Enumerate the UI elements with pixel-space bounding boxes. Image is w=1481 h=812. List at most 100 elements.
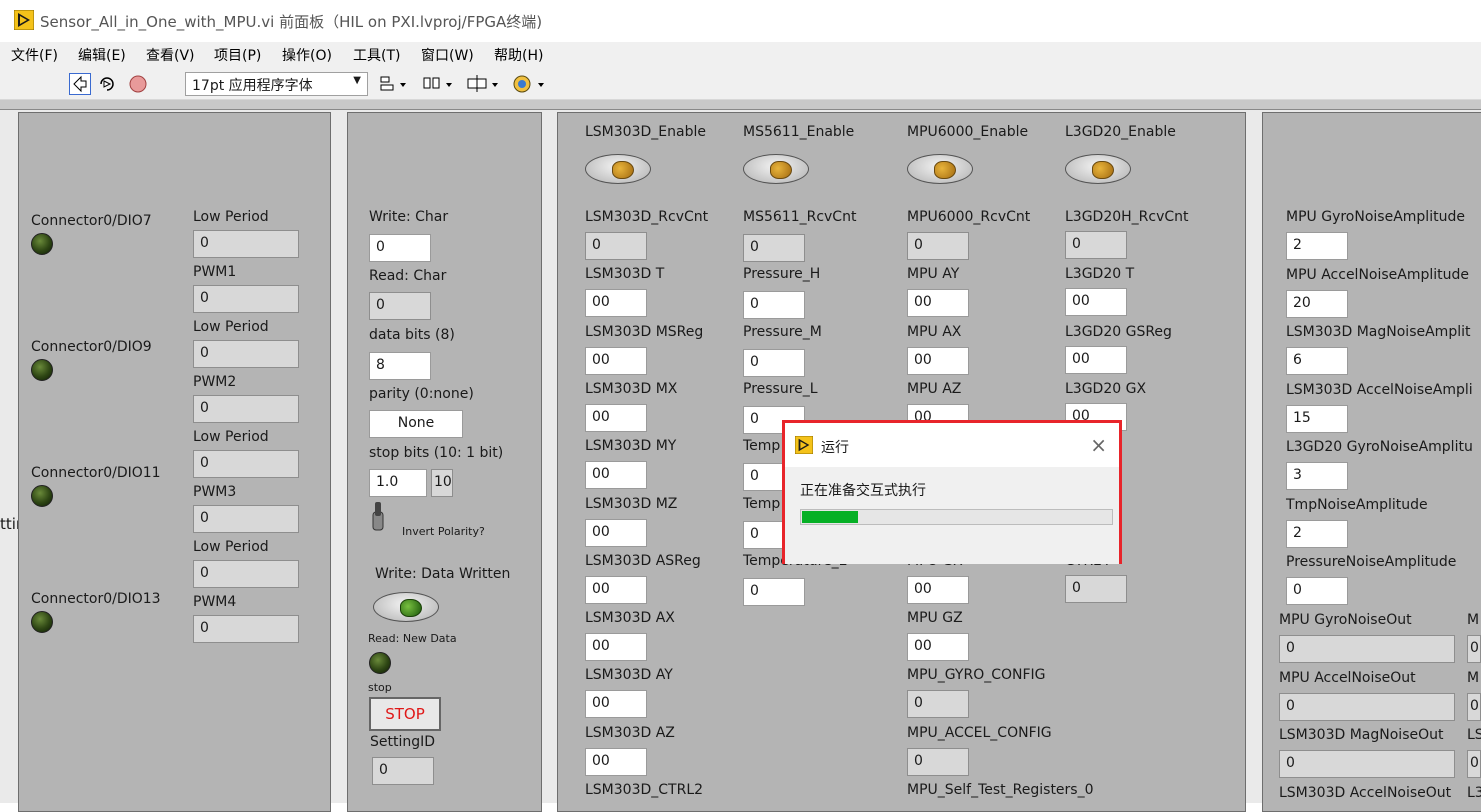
ms5611-field-6-input[interactable]: 0 xyxy=(743,577,805,606)
low-period-2-indicator: 0 xyxy=(193,340,299,368)
data-bits-label: data bits (8) xyxy=(369,327,455,343)
mpu6000-field-2-label: MPU AX xyxy=(907,323,962,340)
lsm303d-field-9-label: LSM303D AZ xyxy=(585,724,675,741)
lsm303d-field-9-input[interactable]: 00 xyxy=(585,747,647,776)
low-period-4-indicator: 0 xyxy=(193,560,299,588)
menu-tools[interactable]: 工具(T) xyxy=(353,45,400,65)
lsm303d-field-0-label: LSM303D_RcvCnt xyxy=(585,209,709,225)
mpu6000-field-3-label: MPU AZ xyxy=(907,380,962,397)
mpu6000-enable-label: MPU6000_Enable xyxy=(907,124,1029,140)
run-arrow-icon[interactable] xyxy=(69,73,91,95)
lsm303d-field-8-input[interactable]: 00 xyxy=(585,690,647,719)
lsm303d-field-2-label: LSM303D MSReg xyxy=(585,323,704,340)
menu-edit[interactable]: 编辑(E) xyxy=(78,45,126,65)
lsm303d-field-3-input[interactable]: 00 xyxy=(585,403,647,432)
invert-polarity-switch[interactable] xyxy=(370,500,386,532)
dio9-label: Connector0/DIO9 xyxy=(31,339,152,355)
data-written-label: Write: Data Written xyxy=(375,566,511,582)
run-continuously-icon[interactable] xyxy=(96,73,118,95)
lsm303d-field-5-label: LSM303D MZ xyxy=(585,495,678,512)
window-title: Sensor_All_in_One_with_MPU.vi 前面板（HIL on… xyxy=(40,13,543,31)
lsm303d-field-0-indicator: 0 xyxy=(585,232,647,260)
run-dialog-header: 运行 × xyxy=(785,423,1119,467)
pwm1-indicator: 0 xyxy=(193,285,299,313)
noise-amp-1-input[interactable]: 20 xyxy=(1286,289,1348,318)
close-icon[interactable]: × xyxy=(1090,433,1107,457)
menu-help[interactable]: 帮助(H) xyxy=(494,45,543,65)
ms5611-enable-label: MS5611_Enable xyxy=(743,124,855,140)
mpu6000-field-1-input[interactable]: 00 xyxy=(907,289,969,318)
write-char-input[interactable]: 0 xyxy=(369,234,431,262)
dio9-led xyxy=(31,359,53,381)
noise-out-side-1-indicator: 0 xyxy=(1467,692,1481,721)
noise-amp-2-input[interactable]: 6 xyxy=(1286,347,1348,375)
run-progress-fill xyxy=(802,511,858,523)
lsm303d-field-4-label: LSM303D MY xyxy=(585,438,677,455)
mpu6000-field-8-label: MPU_GYRO_CONFIG xyxy=(907,667,1046,684)
lsm303d-field-7-input[interactable]: 00 xyxy=(585,633,647,662)
low-period-1-indicator: 0 xyxy=(193,230,299,258)
mpu6000-enable-button[interactable] xyxy=(907,154,973,184)
mpu6000-field-8-indicator: 0 xyxy=(907,690,969,719)
l3gd20-field-2-input[interactable]: 00 xyxy=(1065,345,1127,374)
mpu6000-field-2-input[interactable]: 00 xyxy=(907,346,969,375)
pwm1-label: PWM1 xyxy=(193,264,237,280)
ms5611-enable-button[interactable] xyxy=(743,154,809,184)
noise-out-0-label: MPU GyroNoiseOut xyxy=(1279,612,1412,628)
l3gd20-field-0-label: L3GD20H_RcvCnt xyxy=(1065,209,1189,225)
low-period-3-label: Low Period xyxy=(193,429,269,445)
run-dialog: 运行 × 正在准备交互式执行 xyxy=(782,420,1122,564)
lsm303d-field-4-input[interactable]: 00 xyxy=(585,461,647,490)
menu-view[interactable]: 查看(V) xyxy=(146,45,195,65)
mpu6000-field-6-input[interactable]: 00 xyxy=(907,575,969,604)
parity-select[interactable]: None xyxy=(369,410,463,438)
font-selector[interactable]: 17pt 应用程序字体 ▼ xyxy=(185,72,368,96)
distribute-objects-icon[interactable] xyxy=(422,73,454,95)
dio13-label: Connector0/DIO13 xyxy=(31,591,161,607)
lsm303d-field-5-input[interactable]: 00 xyxy=(585,518,647,547)
lsm303d-field-2-input[interactable]: 00 xyxy=(585,346,647,375)
mpu6000-field-1-label: MPU AY xyxy=(907,266,960,283)
noise-amp-6-label: PressureNoiseAmplitude xyxy=(1286,554,1457,570)
lsm303d-field-8-label: LSM303D AY xyxy=(585,667,673,684)
ms5611-field-1-input[interactable]: 0 xyxy=(743,291,805,320)
ms5611-field-1-label: Pressure_H xyxy=(743,266,821,283)
ms5611-field-0-indicator: 0 xyxy=(743,234,805,262)
ms5611-field-2-input[interactable]: 0 xyxy=(743,348,805,377)
stop-bits-input[interactable]: 1.0 xyxy=(369,469,427,497)
lsm303d-field-6-label: LSM303D ASReg xyxy=(585,552,701,569)
stop-button[interactable]: STOP xyxy=(369,697,441,731)
resize-objects-icon[interactable] xyxy=(466,73,500,95)
lsm303d-field-7-label: LSM303D AX xyxy=(585,610,675,627)
abort-icon[interactable] xyxy=(127,73,149,95)
mpu6000-field-7-input[interactable]: 00 xyxy=(907,633,969,662)
l3gd20-field-6-indicator: 0 xyxy=(1065,574,1127,603)
l3gd20-enable-button[interactable] xyxy=(1065,154,1131,184)
menu-window[interactable]: 窗口(W) xyxy=(421,45,474,65)
l3gd20-field-1-input[interactable]: 00 xyxy=(1065,288,1127,317)
labview-app-icon xyxy=(14,10,34,30)
noise-amp-0-input[interactable]: 2 xyxy=(1286,232,1348,260)
noise-amp-5-input[interactable]: 2 xyxy=(1286,519,1348,548)
read-char-indicator: 0 xyxy=(369,292,431,320)
menu-project[interactable]: 项目(P) xyxy=(214,45,261,65)
noise-amp-3-input[interactable]: 15 xyxy=(1286,404,1348,433)
menu-operate[interactable]: 操作(O) xyxy=(282,45,332,65)
menu-file[interactable]: 文件(F) xyxy=(11,45,58,65)
l3gd20-field-2-label: L3GD20 GSReg xyxy=(1065,323,1172,340)
noise-out-1-indicator: 0 xyxy=(1279,692,1455,721)
noise-amp-4-input[interactable]: 3 xyxy=(1286,462,1348,490)
noise-amp-1-label: MPU AccelNoiseAmplitude xyxy=(1286,266,1470,283)
align-objects-icon[interactable] xyxy=(378,73,408,95)
noise-amp-5-label: TmpNoiseAmplitude xyxy=(1286,496,1428,513)
lsm303d-field-6-input[interactable]: 00 xyxy=(585,575,647,604)
data-bits-input[interactable]: 8 xyxy=(369,352,431,380)
noise-amp-6-input[interactable]: 0 xyxy=(1286,577,1348,605)
lsm303d-enable-button[interactable] xyxy=(585,154,651,184)
write-char-label: Write: Char xyxy=(369,209,449,225)
lsm303d-field-1-input[interactable]: 00 xyxy=(585,289,647,318)
dio7-led xyxy=(31,233,53,255)
reorder-icon[interactable] xyxy=(512,73,546,95)
run-dialog-message: 正在准备交互式执行 xyxy=(800,483,926,499)
mpu6000-field-10-label: MPU_Self_Test_Registers_0 xyxy=(907,782,1094,798)
